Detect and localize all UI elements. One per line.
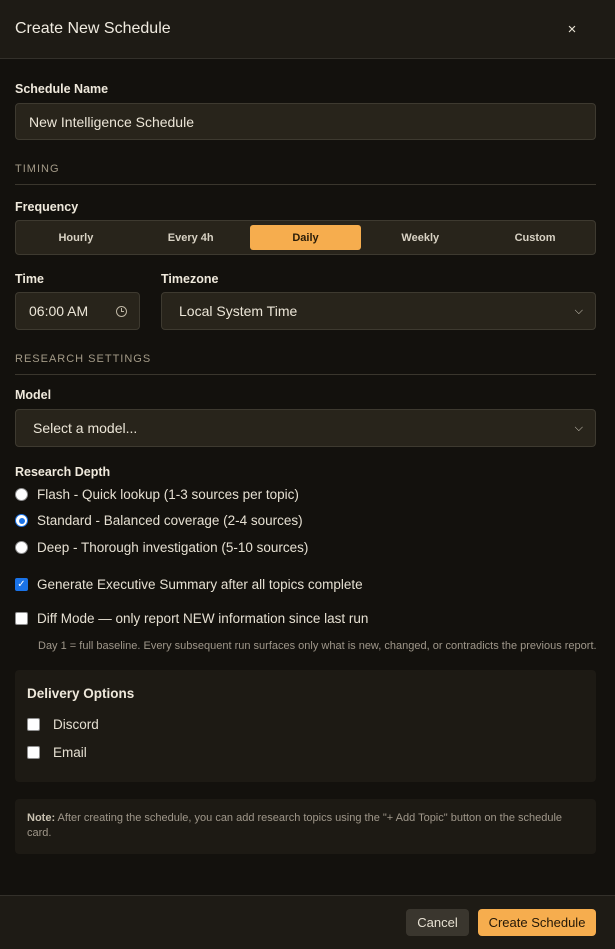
frequency-selector: Hourly Every 4h Daily Weekly Custom xyxy=(15,220,596,255)
dialog-footer: Cancel Create Schedule xyxy=(0,895,615,949)
timing-section-title: TIMING xyxy=(15,163,596,185)
schedule-name-value: New Intelligence Schedule xyxy=(29,113,194,130)
frequency-option-hourly[interactable]: Hourly xyxy=(20,225,132,250)
time-label: Time xyxy=(15,272,44,286)
time-value: 06:00 AM xyxy=(29,303,89,319)
chevron-down-icon: ⌵ xyxy=(574,421,583,434)
frequency-label: Frequency xyxy=(15,200,79,214)
depth-option-label: Standard - Balanced coverage (2-4 source… xyxy=(37,513,303,529)
delivery-option-discord[interactable]: Discord xyxy=(27,717,584,732)
frequency-option-daily[interactable]: Daily xyxy=(249,225,362,250)
timezone-value: Local System Time xyxy=(179,303,298,319)
depth-option-flash[interactable]: Flash - Quick lookup (1-3 sources per to… xyxy=(15,481,596,508)
dialog-body: Schedule Name New Intelligence Schedule … xyxy=(0,82,615,854)
exec-summary-label: Generate Executive Summary after all top… xyxy=(37,576,363,592)
research-section-title: RESEARCH SETTINGS xyxy=(15,353,596,375)
info-note: Note: After creating the schedule, you c… xyxy=(15,798,596,854)
discord-label: Discord xyxy=(53,716,99,732)
email-label: Email xyxy=(53,744,87,760)
exec-summary-option[interactable]: ✓ Generate Executive Summary after all t… xyxy=(15,577,596,592)
exec-summary-checkbox[interactable]: ✓ xyxy=(15,577,28,591)
email-checkbox[interactable] xyxy=(27,745,40,759)
schedule-name-input[interactable]: New Intelligence Schedule xyxy=(15,103,596,140)
radio-button[interactable] xyxy=(15,487,28,501)
timezone-field-group: Timezone Local System Time ⌵ xyxy=(161,272,596,330)
model-value: Select a model... xyxy=(33,420,138,436)
time-timezone-row: Time 06:00 AM Timezone Local System Time… xyxy=(15,272,596,330)
clock-icon[interactable] xyxy=(116,305,127,317)
depth-option-deep[interactable]: Deep - Thorough investigation (5-10 sour… xyxy=(15,534,596,561)
timezone-select[interactable]: Local System Time ⌵ xyxy=(161,292,596,330)
radio-button[interactable] xyxy=(15,514,28,528)
model-label: Model xyxy=(15,388,52,402)
frequency-option-weekly[interactable]: Weekly xyxy=(364,225,476,250)
cancel-button[interactable]: Cancel xyxy=(406,909,469,936)
dialog-header: Create New Schedule × xyxy=(0,0,615,59)
time-field-group: Time 06:00 AM xyxy=(15,272,140,330)
diff-mode-hint: Day 1 = full baseline. Every subsequent … xyxy=(38,639,597,652)
time-input[interactable]: 06:00 AM xyxy=(15,292,140,330)
depth-option-standard[interactable]: Standard - Balanced coverage (2-4 source… xyxy=(15,508,596,535)
frequency-option-custom[interactable]: Custom xyxy=(479,225,591,250)
timezone-label: Timezone xyxy=(161,272,219,286)
note-prefix: Note: xyxy=(27,811,56,824)
schedule-name-label: Schedule Name xyxy=(15,82,109,96)
delivery-options-panel: Delivery Options Discord Email xyxy=(15,669,596,782)
diff-mode-checkbox[interactable] xyxy=(15,611,28,625)
chevron-down-icon: ⌵ xyxy=(574,304,583,317)
close-icon[interactable]: × xyxy=(562,21,582,38)
note-text: After creating the schedule, you can add… xyxy=(27,811,563,840)
delivery-options-title: Delivery Options xyxy=(27,685,135,701)
discord-checkbox[interactable] xyxy=(27,717,40,731)
research-depth-label: Research Depth xyxy=(15,465,111,479)
depth-option-label: Deep - Thorough investigation (5-10 sour… xyxy=(37,539,309,555)
frequency-option-every-4h[interactable]: Every 4h xyxy=(135,225,247,250)
radio-button[interactable] xyxy=(15,540,28,554)
delivery-option-email[interactable]: Email xyxy=(27,745,584,760)
create-schedule-button[interactable]: Create Schedule xyxy=(478,909,596,936)
depth-option-label: Flash - Quick lookup (1-3 sources per to… xyxy=(37,486,299,502)
dialog-title: Create New Schedule xyxy=(15,20,171,37)
diff-mode-label: Diff Mode — only report NEW information … xyxy=(37,610,369,626)
model-select[interactable]: Select a model... ⌵ xyxy=(15,409,596,447)
diff-mode-option[interactable]: Diff Mode — only report NEW information … xyxy=(15,611,596,626)
